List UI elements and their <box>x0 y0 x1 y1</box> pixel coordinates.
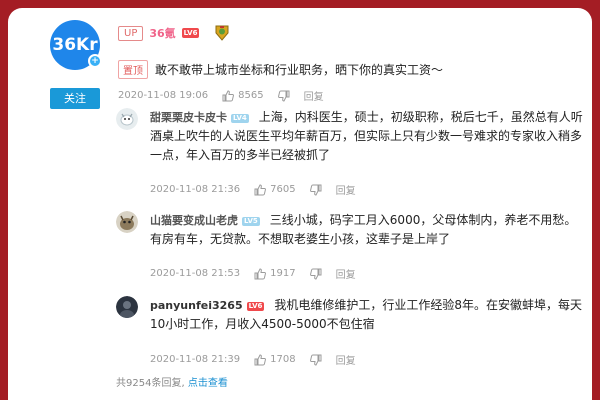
thumbs-down-icon <box>309 184 322 196</box>
like-button[interactable]: 1708 <box>254 353 296 366</box>
thumbs-up-icon <box>254 267 267 279</box>
reply-count-text: 共9254条回复, <box>116 378 185 389</box>
reply-item: 甜栗栗皮卡皮卡 LV4 上海，内科医生，硕士，初级职称，税后七千，虽然总有人听酒桌上… <box>116 108 586 198</box>
reply-meta: 2020-11-08 21:36 7605 回复 <box>150 182 356 197</box>
reply-avatar[interactable] <box>116 108 138 130</box>
reply-count-footer: 共9254条回复, 点击查看 <box>116 374 228 389</box>
up-tag: UP <box>118 25 144 41</box>
like-button[interactable]: 1917 <box>254 267 296 280</box>
reply-username[interactable]: 甜栗栗皮卡皮卡 <box>150 111 227 124</box>
op-avatar[interactable]: 36Kr + <box>50 20 102 70</box>
like-count: 1917 <box>270 268 296 279</box>
reply-body: 甜栗栗皮卡皮卡 LV4 上海，内科医生，硕士，初级职称，税后七千，虽然总有人听酒桌上… <box>150 108 586 165</box>
op-comment-row: 置顶 敢不敢带上城市坐标和行业职务，晒下你的真实工资～ <box>118 60 443 79</box>
like-count: 8565 <box>238 90 264 101</box>
op-username[interactable]: 36氪 <box>149 25 175 41</box>
comment-time: 2020-11-08 19:06 <box>118 90 209 101</box>
comment-time: 2020-11-08 21:36 <box>150 184 241 195</box>
reply-button[interactable]: 回复 <box>336 182 356 197</box>
dislike-button[interactable] <box>277 90 290 102</box>
op-header: UP 36氪 LV6 <box>118 24 231 42</box>
comment-card: 36Kr + 关注 UP 36氪 LV6 置顶 敢不敢带上城市坐标和行业职务，晒… <box>8 8 592 400</box>
reply-button[interactable]: 回复 <box>336 352 356 367</box>
op-comment-text: 敢不敢带上城市坐标和行业职务，晒下你的真实工资～ <box>155 63 444 77</box>
reply-avatar[interactable] <box>116 296 138 318</box>
follow-button[interactable]: 关注 <box>50 88 100 109</box>
thumbs-down-icon <box>309 268 322 280</box>
dislike-button[interactable] <box>309 268 322 280</box>
view-all-replies-link[interactable]: 点击查看 <box>188 378 228 389</box>
thumbs-down-icon <box>277 90 290 102</box>
like-button[interactable]: 7605 <box>254 183 296 196</box>
thumbs-up-icon <box>254 353 267 365</box>
reply-button[interactable]: 回复 <box>336 266 356 281</box>
thumbs-down-icon <box>309 354 322 366</box>
thumbs-up-icon <box>222 89 235 101</box>
reply-username[interactable]: panyunfei3265 <box>150 299 243 312</box>
level-badge: LV4 <box>231 114 249 123</box>
thumbs-up-icon <box>254 183 267 195</box>
dislike-button[interactable] <box>309 354 322 366</box>
reply-body: panyunfei3265 LV6 我机电维修维护工，行业工作经验8年。在安徽蚌埠，… <box>150 296 586 334</box>
reply-meta: 2020-11-08 21:39 1708 回复 <box>150 352 356 367</box>
op-meta: 2020-11-08 19:06 8565 回复 <box>118 88 324 103</box>
reply-avatar[interactable] <box>116 211 138 233</box>
dislike-button[interactable] <box>309 184 322 196</box>
user-avatar-icon <box>116 296 138 318</box>
reply-item: panyunfei3265 LV6 我机电维修维护工，行业工作经验8年。在安徽蚌埠，… <box>116 296 586 367</box>
level-badge: LV6 <box>181 28 200 38</box>
comment-time: 2020-11-08 21:53 <box>150 268 241 279</box>
comment-time: 2020-11-08 21:39 <box>150 354 241 365</box>
user-avatar-icon <box>116 108 138 130</box>
like-count: 1708 <box>270 354 296 365</box>
reply-body: 山猫要变成山老虎 LV5 三线小城，码字工月入6000，父母体制内，养老不用愁。有房… <box>150 211 586 249</box>
like-button[interactable]: 8565 <box>222 89 264 102</box>
verified-icon: + <box>88 54 102 68</box>
level-badge: LV5 <box>242 217 260 226</box>
like-count: 7605 <box>270 184 296 195</box>
reply-meta: 2020-11-08 21:53 1917 回复 <box>150 266 356 281</box>
pinned-tag: 置顶 <box>118 60 148 79</box>
reply-item: 山猫要变成山老虎 LV5 三线小城，码字工月入6000，父母体制内，养老不用愁。有房… <box>116 211 586 281</box>
op-avatar-text: 36Kr <box>52 35 98 55</box>
reply-username[interactable]: 山猫要变成山老虎 <box>150 214 238 227</box>
medal-icon <box>215 25 229 41</box>
reply-button[interactable]: 回复 <box>304 88 324 103</box>
level-badge: LV6 <box>246 302 265 311</box>
user-avatar-icon <box>116 211 138 233</box>
